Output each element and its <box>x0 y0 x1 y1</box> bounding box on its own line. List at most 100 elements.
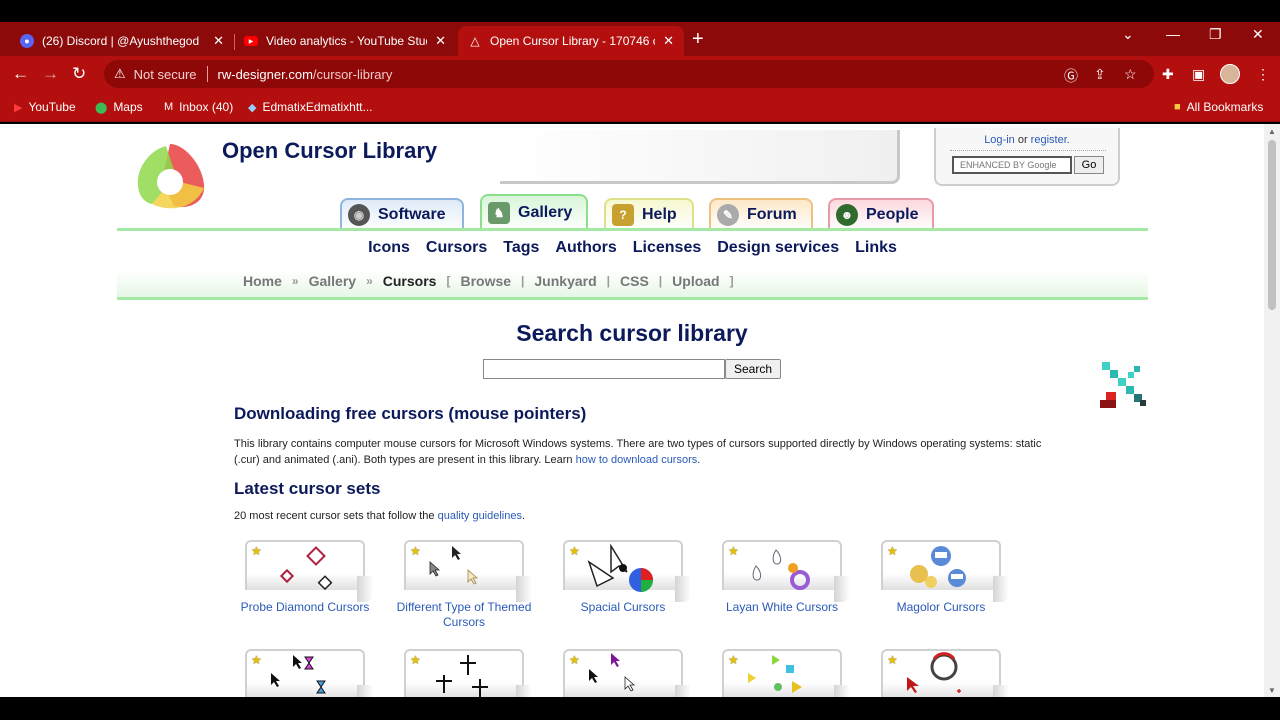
omnibox[interactable]: ⚠ Not secure rw-designer.com/cursor-libr… <box>104 60 1154 88</box>
tab-people[interactable]: ☻ People <box>828 198 934 230</box>
star-icon: ★ <box>728 544 739 558</box>
quality-guidelines-link[interactable]: quality guidelines <box>438 510 522 522</box>
forward-icon[interactable]: → <box>42 64 59 84</box>
scroll-down-arrow-icon[interactable]: ▼ <box>1268 686 1276 695</box>
profile-avatar[interactable] <box>1220 64 1240 84</box>
breadcrumb-browse[interactable]: Browse <box>460 273 511 289</box>
bookmark-label: EdmatixEdmatixhtt... <box>262 100 373 114</box>
subnav-licenses[interactable]: Licenses <box>633 239 701 257</box>
login-link[interactable]: Log-in <box>984 134 1015 146</box>
bookmark-edmatix[interactable]: ◆ EdmatixEdmatixhtt... <box>248 100 373 114</box>
cursor-set-card[interactable]: ★ Different Type of Themed Cursors <box>397 540 532 630</box>
intro-paragraph: This library contains computer mouse cur… <box>234 436 1054 468</box>
gallery-robot-icon: ♞ <box>488 202 510 224</box>
help-book-icon: ? <box>612 204 634 226</box>
back-icon[interactable]: ← <box>12 64 29 84</box>
bookmark-youtube[interactable]: ▶ YouTube <box>14 100 76 114</box>
site-title[interactable]: Open Cursor Library <box>222 138 437 164</box>
warning-icon[interactable]: ⚠ <box>114 66 126 82</box>
subnav-tags[interactable]: Tags <box>503 239 539 257</box>
intro-end: . <box>697 454 701 466</box>
site-search-input[interactable] <box>952 156 1072 174</box>
new-tab-icon[interactable]: + <box>692 28 704 51</box>
star-icon: ★ <box>251 653 262 667</box>
page-viewport: Open Cursor Library Log-in or register. … <box>0 124 1280 697</box>
tab-help[interactable]: ? Help <box>604 198 694 230</box>
share-icon[interactable]: ⇪ <box>1094 66 1106 83</box>
cursor-search-input[interactable] <box>483 359 725 379</box>
restore-icon[interactable]: ❐ <box>1209 26 1222 43</box>
tab-search-icon[interactable]: ⌄ <box>1122 26 1134 43</box>
search-button[interactable]: Search <box>725 359 781 379</box>
section-title-latest: Latest cursor sets <box>234 479 381 498</box>
how-to-download-link[interactable]: how to download cursors <box>576 454 698 466</box>
cursor-set-card[interactable]: ★ Magolor Cursors <box>881 540 1009 630</box>
card-label[interactable]: Layan White Cursors <box>712 600 852 615</box>
login-box: Log-in or register. Go <box>934 128 1120 186</box>
tab-software[interactable]: ◉ Software <box>340 198 464 230</box>
url-host[interactable]: rw-designer.com <box>218 67 313 82</box>
subnav-design-services[interactable]: Design services <box>717 239 839 257</box>
scroll-up-arrow-icon[interactable]: ▲ <box>1268 127 1276 136</box>
url-path[interactable]: /cursor-library <box>313 67 392 82</box>
register-link[interactable]: register. <box>1031 134 1070 146</box>
page-scrollbar[interactable]: ▲ ▼ <box>1264 124 1280 697</box>
star-icon: ★ <box>728 653 739 667</box>
reload-icon[interactable]: ↻ <box>72 64 86 84</box>
subnav-authors[interactable]: Authors <box>555 239 616 257</box>
cursor-set-card[interactable]: ★ <box>245 649 373 697</box>
rw-designer-icon: △ <box>470 34 480 48</box>
cursor-set-card[interactable]: ★ <box>563 649 691 697</box>
subnav-icons[interactable]: Icons <box>368 239 410 257</box>
close-tab-icon[interactable]: ✕ <box>213 33 224 49</box>
cursor-set-card[interactable]: ★ <box>722 649 850 697</box>
tab-label: Software <box>378 206 446 223</box>
close-window-icon[interactable]: ✕ <box>1252 26 1264 43</box>
card-label[interactable]: Magolor Cursors <box>871 600 1011 615</box>
tab-discord[interactable]: ● (26) Discord | @Ayushthegod ✕ <box>10 26 234 56</box>
recent-text: 20 most recent cursor sets that follow t… <box>234 510 438 522</box>
minimize-icon[interactable]: — <box>1166 26 1180 42</box>
breadcrumb-gallery[interactable]: Gallery <box>309 273 356 289</box>
scrollbar-thumb[interactable] <box>1268 140 1276 310</box>
bookmark-gmail[interactable]: M Inbox (40) <box>164 100 233 114</box>
cursor-set-card[interactable]: ★ <box>404 649 532 697</box>
bookmark-star-icon[interactable]: ☆ <box>1124 66 1137 83</box>
cursor-set-card[interactable]: ★ <box>881 649 1009 697</box>
tab-youtube-studio[interactable]: ▶ Video analytics - YouTube Studio ✕ <box>234 26 456 56</box>
cursor-set-card[interactable]: ★ Layan White Cursors <box>722 540 850 630</box>
breadcrumb-arrow-icon: » <box>291 274 299 288</box>
subnav-cursors[interactable]: Cursors <box>426 239 487 257</box>
breadcrumb-upload[interactable]: Upload <box>672 273 719 289</box>
gmail-icon: M <box>164 101 174 113</box>
menu-kebab-icon[interactable]: ⋮ <box>1256 66 1270 83</box>
breadcrumb-junkyard[interactable]: Junkyard <box>534 273 596 289</box>
card-label[interactable]: Spacial Cursors <box>553 600 693 615</box>
edmatix-icon: ◆ <box>248 101 257 114</box>
omnibox-divider <box>206 66 208 82</box>
tab-open-cursor-library[interactable]: △ Open Cursor Library - 170746 cursors ✕ <box>458 26 684 56</box>
breadcrumb-home[interactable]: Home <box>243 273 282 289</box>
card-label[interactable]: Different Type of Themed Cursors <box>394 600 534 630</box>
bookmarks-bar: ▶ YouTube ⬤ Maps M Inbox (40) ◆ EdmatixEdmat… <box>0 92 1280 122</box>
go-button[interactable]: Go <box>1074 156 1104 174</box>
themed-cursors-preview <box>429 546 479 585</box>
layan-white-preview <box>752 549 810 590</box>
close-tab-icon[interactable]: ✕ <box>663 33 674 49</box>
rw-designer-logo[interactable] <box>132 140 208 212</box>
close-tab-icon[interactable]: ✕ <box>435 33 446 49</box>
card-label[interactable]: Probe Diamond Cursors <box>235 600 375 615</box>
card-shadow <box>357 576 373 602</box>
side-panel-icon[interactable]: ▣ <box>1192 66 1205 83</box>
extensions-icon[interactable]: ✚ <box>1162 66 1174 83</box>
subnav-links[interactable]: Links <box>855 239 897 257</box>
security-label[interactable]: Not secure <box>134 67 197 82</box>
breadcrumb-css[interactable]: CSS <box>620 273 649 289</box>
cursor-set-card[interactable]: ★ Spacial Cursors <box>563 540 691 630</box>
tab-forum[interactable]: ✎ Forum <box>709 198 813 230</box>
tab-gallery[interactable]: ♞ Gallery <box>480 194 588 230</box>
bookmark-maps[interactable]: ⬤ Maps <box>95 100 143 114</box>
google-lens-icon[interactable]: Ⓖ <box>1064 66 1078 86</box>
all-bookmarks[interactable]: ■ All Bookmarks <box>1174 100 1263 114</box>
cursor-set-card[interactable]: ★ Probe Diamond Cursors <box>241 540 373 630</box>
